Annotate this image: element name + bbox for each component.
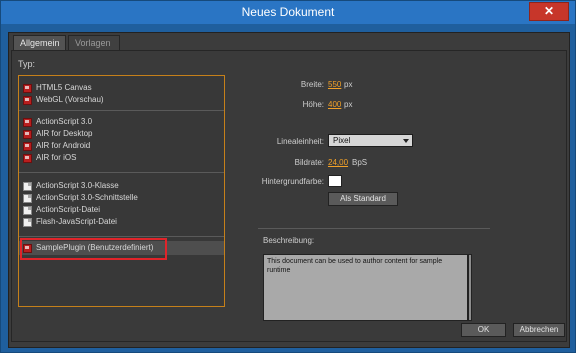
list-item[interactable]: WebGL (Vorschau) xyxy=(19,94,224,106)
frame-rate-value[interactable]: 24,00 xyxy=(328,158,348,167)
type-group-custom: SamplePlugin (Benutzerdefiniert) xyxy=(19,238,224,260)
air-desktop-icon xyxy=(23,129,32,139)
window-title: Neues Dokument xyxy=(241,5,335,19)
type-label: Typ: xyxy=(18,59,36,69)
tab-label: Allgemein xyxy=(20,38,60,48)
dialog-window: Neues Dokument ✕ Allgemein Vorlagen Typ:… xyxy=(0,0,576,353)
frame-rate-label: Bildrate: xyxy=(294,158,324,167)
tab-vorlagen[interactable]: Vorlagen xyxy=(68,35,120,50)
script-file-icon xyxy=(23,205,32,215)
type-group-scripts: ActionScript 3.0-Klasse ActionScript 3.0… xyxy=(19,180,224,228)
cancel-button[interactable]: Abbrechen xyxy=(513,323,565,337)
list-item[interactable]: Flash-JavaScript-Datei xyxy=(19,216,224,228)
height-value[interactable]: 400 xyxy=(328,100,341,109)
description-text: This document can be used to author cont… xyxy=(263,254,468,321)
list-item-label: SamplePlugin (Benutzerdefiniert) xyxy=(36,243,154,252)
list-item-label: AIR for Desktop xyxy=(36,129,93,138)
ruler-units-label: Linealeinheit: xyxy=(276,137,324,146)
list-item-label: ActionScript 3.0 xyxy=(36,117,93,126)
list-item-label: Flash-JavaScript-Datei xyxy=(36,217,117,226)
title-bar[interactable]: Neues Dokument ✕ xyxy=(1,1,575,24)
ruler-units-value: Pixel xyxy=(333,136,351,145)
close-icon: ✕ xyxy=(543,4,555,18)
webgl-doc-icon xyxy=(23,95,32,105)
width-value[interactable]: 550 xyxy=(328,80,341,89)
document-type-list: HTML5 Canvas WebGL (Vorschau) ActionScri… xyxy=(18,75,225,307)
air-ios-icon xyxy=(23,153,32,163)
ok-button[interactable]: OK xyxy=(461,323,506,337)
script-file-icon xyxy=(23,181,32,191)
background-color-swatch[interactable] xyxy=(328,175,342,187)
as3-doc-icon xyxy=(23,117,32,127)
list-item[interactable]: ActionScript 3.0-Schnittstelle xyxy=(19,192,224,204)
list-item[interactable]: ActionScript 3.0 xyxy=(19,116,224,128)
air-android-icon xyxy=(23,141,32,151)
dialog-body: Allgemein Vorlagen Typ: HTML5 Canvas Web… xyxy=(8,32,570,348)
list-item-label: ActionScript 3.0-Schnittstelle xyxy=(36,193,138,202)
description-scrollbar[interactable] xyxy=(468,254,472,321)
width-label: Breite: xyxy=(300,80,324,89)
chevron-down-icon xyxy=(403,139,409,143)
list-item-label: AIR for iOS xyxy=(36,153,77,162)
list-item[interactable]: AIR for iOS xyxy=(19,152,224,164)
list-item[interactable]: ActionScript 3.0-Klasse xyxy=(19,180,224,192)
set-default-button[interactable]: Als Standard xyxy=(328,192,398,206)
height-unit: px xyxy=(344,100,353,109)
type-group-as3: ActionScript 3.0 AIR for Desktop AIR for… xyxy=(19,116,224,164)
list-divider xyxy=(19,110,224,111)
list-item-label: WebGL (Vorschau) xyxy=(36,95,104,104)
list-divider xyxy=(19,172,224,173)
tab-label: Vorlagen xyxy=(75,38,111,48)
list-divider xyxy=(19,236,224,237)
frame-rate-unit: BpS xyxy=(352,158,368,167)
ruler-units-dropdown[interactable]: Pixel xyxy=(328,134,413,147)
background-color-label: Hintergrundfarbe: xyxy=(261,177,324,186)
list-item-label: HTML5 Canvas xyxy=(36,83,92,92)
type-group-web: HTML5 Canvas WebGL (Vorschau) xyxy=(19,82,224,106)
list-item[interactable]: AIR for Android xyxy=(19,140,224,152)
tab-allgemein[interactable]: Allgemein xyxy=(13,35,66,50)
plugin-doc-icon xyxy=(23,243,32,253)
width-unit: px xyxy=(344,80,353,89)
list-item-label: ActionScript 3.0-Klasse xyxy=(36,181,119,190)
close-button[interactable]: ✕ xyxy=(529,2,569,21)
list-item[interactable]: HTML5 Canvas xyxy=(19,82,224,94)
height-label: Höhe: xyxy=(302,100,324,109)
script-file-icon xyxy=(23,217,32,227)
script-file-icon xyxy=(23,193,32,203)
html5-doc-icon xyxy=(23,83,32,93)
list-item-label: ActionScript-Datei xyxy=(36,205,101,214)
description-label: Beschreibung: xyxy=(263,236,315,245)
tab-panel-allgemein: Typ: HTML5 Canvas WebGL (Vorschau) Actio… xyxy=(11,50,567,342)
description-divider xyxy=(258,228,490,229)
list-item[interactable]: ActionScript-Datei xyxy=(19,204,224,216)
list-item[interactable]: AIR for Desktop xyxy=(19,128,224,140)
list-item-label: AIR for Android xyxy=(36,141,91,150)
list-item-selected[interactable]: SamplePlugin (Benutzerdefiniert) xyxy=(19,241,224,255)
